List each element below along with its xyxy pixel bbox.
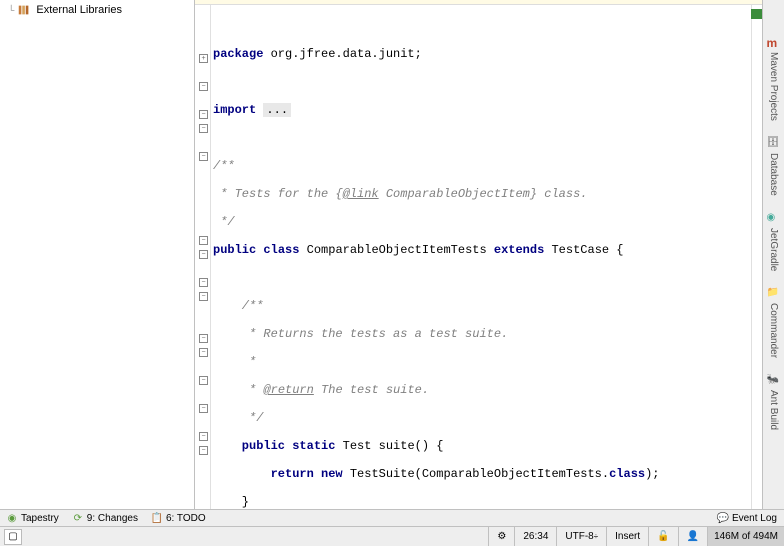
tool-windows-toggle[interactable]: ▢ [4, 529, 22, 545]
fold-toggle[interactable] [199, 236, 208, 245]
fold-toggle[interactable] [199, 292, 208, 301]
cursor-position[interactable]: 26:34 [514, 527, 556, 546]
fold-toggle[interactable] [199, 446, 208, 455]
fold-toggle[interactable] [199, 82, 208, 91]
status-process-icon[interactable]: ⚙ [488, 527, 514, 546]
tree-node-label: External Libraries [36, 4, 122, 16]
ant-tool-button[interactable]: 🐜Ant Build [765, 368, 783, 436]
commander-icon: 📁 [767, 287, 781, 301]
fold-toggle[interactable] [199, 432, 208, 441]
commander-tool-button[interactable]: 📁Commander [765, 281, 783, 364]
tapestry-tool-button[interactable]: ◉ Tapestry [0, 512, 66, 524]
status-bar: ▢ ⚙ 26:34 UTF-8 ÷ Insert 🔓 👤 146M of 494… [0, 526, 784, 546]
tapestry-icon: ◉ [6, 512, 18, 524]
fold-toggle[interactable] [199, 278, 208, 287]
gradle-icon: ◉ [767, 212, 781, 226]
fold-toggle[interactable] [199, 348, 208, 357]
code-editor[interactable]: package package org.jfree.data.junit;org… [195, 0, 762, 509]
todo-tool-button[interactable]: 📋 6: TODO [145, 512, 213, 524]
event-log-button[interactable]: 💬 Event Log [711, 512, 784, 524]
bottom-tool-window-bar[interactable]: ◉ Tapestry ⟳ 9: Changes 📋 6: TODO 💬 Even… [0, 509, 784, 526]
insert-mode[interactable]: Insert [606, 527, 648, 546]
event-log-icon: 💬 [717, 512, 729, 524]
fold-toggle[interactable] [199, 376, 208, 385]
database-icon: 🗄 [767, 137, 781, 151]
external-libraries-node[interactable]: └ External Libraries [0, 0, 194, 20]
fold-toggle[interactable] [199, 250, 208, 259]
ant-icon: 🐜 [767, 374, 781, 388]
error-stripe[interactable] [751, 5, 762, 509]
right-tool-window-bar[interactable]: mMaven Projects 🗄Database ◉JetGradle 📁Co… [762, 0, 784, 509]
changes-tool-button[interactable]: ⟳ 9: Changes [66, 512, 145, 524]
file-encoding[interactable]: UTF-8 ÷ [556, 527, 606, 546]
fold-toggle[interactable] [199, 152, 208, 161]
tree-expand-icon[interactable]: └ [8, 5, 14, 15]
database-tool-button[interactable]: 🗄Database [765, 131, 783, 202]
project-tree-panel[interactable]: └ External Libraries [0, 0, 195, 509]
editor-gutter[interactable] [195, 5, 211, 509]
fold-toggle[interactable] [199, 124, 208, 133]
fold-toggle[interactable] [199, 334, 208, 343]
hector-icon[interactable]: 👤 [678, 527, 707, 546]
stripe-marker-ok[interactable] [751, 9, 762, 19]
fold-toggle[interactable] [199, 54, 208, 63]
todo-icon: 📋 [151, 512, 163, 524]
library-icon [16, 2, 32, 18]
code-content[interactable]: package package org.jfree.data.junit;org… [213, 5, 660, 509]
import-fold[interactable]: ... [263, 103, 291, 117]
jetgradle-tool-button[interactable]: ◉JetGradle [765, 206, 783, 277]
maven-tool-button[interactable]: mMaven Projects [765, 30, 783, 127]
changes-icon: ⟳ [72, 512, 84, 524]
maven-icon: m [767, 36, 781, 50]
fold-toggle[interactable] [199, 404, 208, 413]
readonly-toggle-icon[interactable]: 🔓 [648, 527, 677, 546]
memory-indicator[interactable]: 146M of 494M [707, 527, 784, 546]
fold-toggle[interactable] [199, 110, 208, 119]
